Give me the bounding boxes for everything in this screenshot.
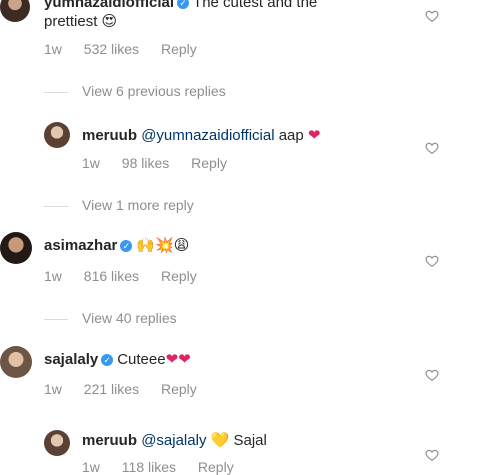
verified-badge-icon: ✓	[101, 354, 114, 366]
view-more-replies-button[interactable]: View 1 more reply	[44, 197, 194, 213]
red-heart-icon: ❤	[307, 126, 321, 144]
mention-link[interactable]: @yumnazaidiofficial	[141, 127, 274, 144]
reply-button[interactable]: Reply	[161, 381, 197, 397]
reply-item: meruub @yumnazaidiofficial aap ❤ 1w 98 l…	[0, 120, 479, 180]
comment-body: yumnazaidiofficial ✓ The cutest and the	[44, 0, 317, 12]
comment-text: The cutest and the	[193, 0, 318, 11]
comment-text: Sajal	[233, 432, 267, 449]
comment-meta: 1w 98 likes Reply	[82, 155, 245, 171]
comment-time[interactable]: 1w	[82, 155, 100, 171]
comment-item: sajalaly ✓ Cuteee❤❤ 1w 221 likes Reply	[0, 346, 479, 406]
yellow-heart-icon: 💛	[210, 431, 230, 449]
comment-body: sajalaly ✓ Cuteee❤❤	[44, 350, 191, 369]
comment-body: meruub @sajalaly 💛 Sajal	[82, 431, 267, 450]
comment-likes[interactable]: 98 likes	[122, 155, 169, 171]
comment-text: aap	[278, 127, 304, 144]
comment-username[interactable]: yumnazaidiofficial	[44, 0, 174, 11]
heart-outline-icon[interactable]	[425, 368, 439, 382]
smiling-face-heart-eyes-icon: 😍	[101, 12, 118, 30]
comment-username[interactable]: meruub	[82, 432, 137, 449]
reply-button[interactable]: Reply	[161, 41, 197, 57]
red-heart-icon: ❤❤	[165, 350, 191, 368]
divider	[44, 318, 68, 320]
divider	[44, 91, 68, 93]
comment-likes[interactable]: 118 likes	[122, 459, 176, 475]
comment-username[interactable]: sajalaly	[44, 351, 98, 368]
comment-likes[interactable]: 221 likes	[84, 381, 139, 397]
comment-time[interactable]: 1w	[82, 459, 100, 475]
avatar[interactable]	[0, 0, 30, 22]
comment-time[interactable]: 1w	[44, 41, 62, 57]
comment-meta: 1w 118 likes Reply	[82, 459, 252, 475]
reply-item: meruub @sajalaly 💛 Sajal 1w 118 likes Re…	[0, 428, 479, 475]
heart-outline-icon[interactable]	[425, 448, 439, 462]
verified-badge-icon: ✓	[120, 240, 133, 252]
emoji-sequence: 🙌💥😩	[136, 236, 190, 254]
view-previous-replies-button[interactable]: View 6 previous replies	[44, 83, 226, 99]
heart-outline-icon[interactable]	[425, 9, 439, 23]
verified-badge-icon: ✓	[177, 0, 190, 9]
comment-text: prettiest	[44, 13, 98, 30]
comment-meta: 1w 532 likes Reply	[44, 41, 215, 57]
comment-item: asimazhar ✓ 🙌💥😩 1w 816 likes Reply	[0, 232, 479, 292]
avatar[interactable]	[0, 232, 32, 264]
heart-outline-icon[interactable]	[425, 254, 439, 268]
comment-likes[interactable]: 532 likes	[84, 41, 139, 57]
reply-button[interactable]: Reply	[191, 155, 227, 171]
comment-likes[interactable]: 816 likes	[84, 268, 139, 284]
comment-username[interactable]: asimazhar	[44, 237, 117, 254]
comment-meta: 1w 221 likes Reply	[44, 381, 215, 397]
heart-outline-icon[interactable]	[425, 141, 439, 155]
mention-link[interactable]: @sajalaly	[141, 432, 206, 449]
comment-body-line2: prettiest 😍	[44, 12, 117, 31]
reply-button[interactable]: Reply	[161, 268, 197, 284]
comment-item: yumnazaidiofficial ✓ The cutest and the pr…	[0, 0, 479, 60]
divider	[44, 205, 68, 207]
view-replies-button[interactable]: View 40 replies	[44, 310, 177, 326]
view-replies-label: View 6 previous replies	[82, 83, 226, 99]
view-replies-label: View 40 replies	[82, 310, 177, 326]
reply-button[interactable]: Reply	[198, 459, 234, 475]
avatar[interactable]	[44, 430, 70, 456]
comment-body: meruub @yumnazaidiofficial aap ❤	[82, 126, 321, 145]
avatar[interactable]	[0, 346, 32, 378]
comment-username[interactable]: meruub	[82, 127, 137, 144]
view-replies-label: View 1 more reply	[82, 197, 194, 213]
comment-text: Cuteee	[117, 351, 166, 368]
comment-body: asimazhar ✓ 🙌💥😩	[44, 236, 189, 255]
avatar[interactable]	[44, 122, 70, 148]
comment-meta: 1w 816 likes Reply	[44, 268, 215, 284]
comment-time[interactable]: 1w	[44, 268, 62, 284]
comment-time[interactable]: 1w	[44, 381, 62, 397]
